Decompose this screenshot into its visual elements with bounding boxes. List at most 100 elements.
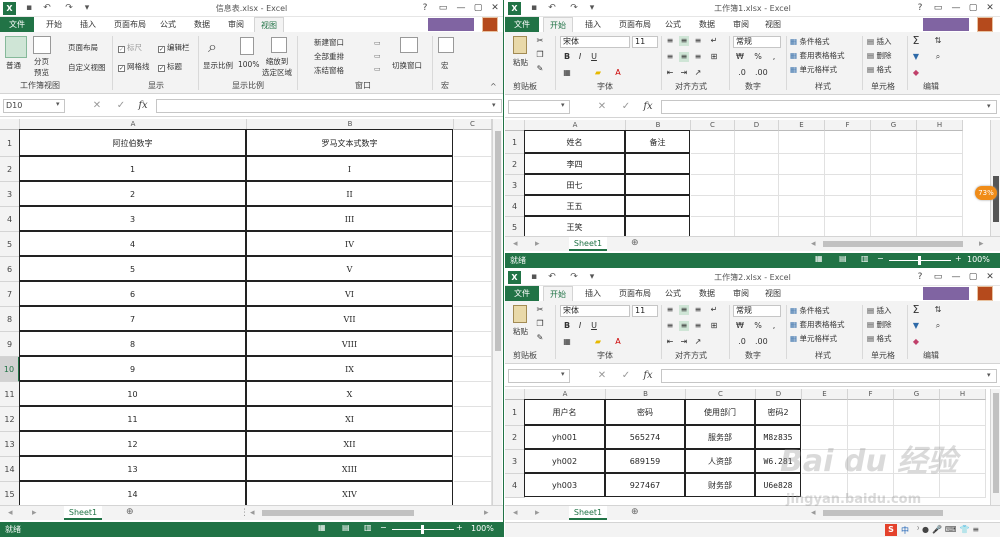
zoom-icon[interactable]: ⌕ [208,37,217,57]
paste-label[interactable]: 粘贴 [513,326,528,337]
tab-insert[interactable]: 插入 [74,17,102,32]
cell-styles-button[interactable]: ▦ 单元格样式 [790,333,837,344]
table-cell[interactable] [917,154,963,175]
table-cell[interactable]: VI [246,281,453,306]
table-cell[interactable] [735,154,779,175]
table-cell[interactable] [871,217,917,236]
row-header[interactable]: 2 [505,154,525,175]
ribbon-options-icon[interactable]: ▭ [931,271,945,283]
header-cell[interactable] [454,130,492,157]
table-cell[interactable] [625,195,690,216]
table-cell[interactable]: yh003 [524,473,605,497]
formula-input[interactable] [661,100,997,114]
minimize-icon[interactable]: — [949,271,963,283]
macros-label[interactable]: 宏 [441,60,449,71]
table-cell[interactable] [779,154,825,175]
ribbon-options-icon[interactable]: ▭ [436,2,450,14]
table-cell[interactable] [871,175,917,196]
table-cell[interactable] [825,217,871,236]
scroll-right-icon[interactable]: ▸ [979,239,984,249]
table-cell[interactable]: 13 [19,456,246,481]
italic-icon[interactable]: I [575,52,585,62]
align-right-icon[interactable]: ≡ [693,321,703,331]
formula-input[interactable] [661,369,997,383]
scroll-thumb[interactable] [495,131,501,351]
prev-sheet-icon[interactable]: ◂ [513,239,518,249]
column-header[interactable]: E [779,120,825,131]
zoom-in-icon[interactable]: + [456,523,463,532]
table-cell[interactable] [871,196,917,217]
header-cell[interactable]: 用户名 [524,399,605,425]
ime-s-icon[interactable]: S [885,524,897,536]
zoom-label[interactable]: 显示比例 [203,60,233,71]
maximize-icon[interactable]: ▢ [966,2,980,14]
switch-window-label[interactable]: 切换窗口 [392,60,422,71]
header-cell[interactable]: 密码 [605,399,685,425]
align-center-icon[interactable]: ≡ [679,52,689,62]
comma-icon[interactable]: , [769,52,779,62]
table-cell[interactable]: 财务部 [685,473,755,497]
header-cell[interactable] [691,131,735,154]
prev-sheet-icon[interactable]: ◂ [8,508,13,518]
table-cell[interactable] [454,407,492,432]
format-painter-icon[interactable]: ✎ [535,333,545,343]
table-cell[interactable]: 王五 [524,195,625,216]
paste-label[interactable]: 粘贴 [513,57,528,68]
formula-input[interactable] [156,99,502,113]
header-cell[interactable] [917,131,963,154]
maximize-icon[interactable]: ▢ [966,271,980,283]
header-cell[interactable] [779,131,825,154]
conditional-format-button[interactable]: ▦ 条件格式 [790,36,829,47]
autosum-icon[interactable]: Σ [911,35,921,46]
chevron-down-icon[interactable]: ▾ [561,101,565,109]
bold-icon[interactable]: B [562,52,572,62]
row-header[interactable]: 5 [505,217,525,236]
table-cell[interactable]: IX [246,356,453,381]
sort-icon[interactable]: ⇅ [933,36,943,46]
column-header[interactable]: F [825,120,871,131]
table-cell[interactable] [691,154,735,175]
row-header[interactable]: 1 [505,400,525,426]
minimize-icon[interactable]: — [949,2,963,14]
align-center-icon[interactable]: ≡ [679,321,689,331]
find-icon[interactable]: ⌕ [933,52,943,62]
table-cell[interactable]: 8 [19,331,246,356]
percent-icon[interactable]: % [753,321,763,331]
column-header[interactable]: C [454,119,492,130]
table-cell[interactable]: 5 [19,256,246,281]
vertical-scrollbar[interactable] [990,120,1000,236]
zoom-selection-icon[interactable] [271,37,287,53]
row-header[interactable]: 9 [0,332,20,357]
comma-icon[interactable]: , [769,321,779,331]
chevron-down-icon[interactable]: ▾ [492,101,496,109]
account-name[interactable] [923,18,969,31]
font-size-select[interactable]: 11 [632,36,658,48]
table-cell[interactable]: X [246,381,453,406]
row-header[interactable]: 3 [505,175,525,196]
table-cell[interactable] [825,154,871,175]
column-header[interactable]: H [940,389,986,400]
row-header[interactable]: 5 [0,232,20,257]
table-cell[interactable] [454,207,492,232]
next-sheet-icon[interactable]: ▸ [535,239,540,249]
help-icon[interactable]: ? [913,271,927,283]
row-header[interactable]: 15 [0,482,20,505]
table-cell[interactable] [625,174,690,195]
font-color-icon[interactable]: A [613,68,623,78]
tab-insert[interactable]: 插入 [579,286,607,301]
table-cell[interactable]: XIV [246,481,453,505]
prev-sheet-icon[interactable]: ◂ [513,508,518,518]
orientation-icon[interactable]: ↗ [693,68,703,78]
align-bottom-icon[interactable]: ≡ [693,36,703,46]
chevron-down-icon[interactable]: ▾ [987,371,991,379]
table-cell[interactable]: 服务部 [685,425,755,449]
normal-view-icon[interactable] [5,36,27,58]
outdent-icon[interactable]: ⇥ [679,337,689,347]
avatar[interactable] [482,17,498,32]
worksheet-grid[interactable]: A B C 1 阿拉伯数字 罗马文本式数字 2 1 I 3 2 II 4 3 III 5 4 IV 6 5 V 7 6 VI 8… [0,119,492,505]
insert-function-icon[interactable]: fx [136,99,150,113]
table-cell[interactable] [691,217,735,236]
zoom-slider-thumb[interactable] [421,525,424,534]
align-middle-icon[interactable]: ≡ [679,305,689,315]
enter-icon[interactable]: ✓ [619,369,633,383]
